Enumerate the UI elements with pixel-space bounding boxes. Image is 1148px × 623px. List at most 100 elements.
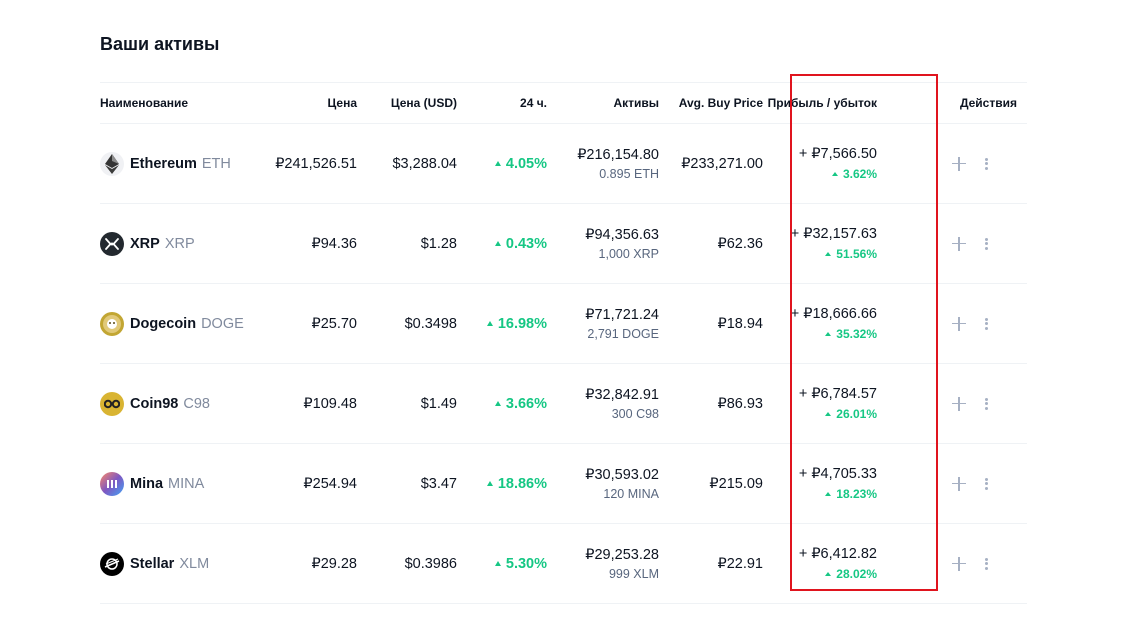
stellar-icon	[100, 551, 124, 576]
holdings-amount: 1,000 XRP	[598, 246, 659, 261]
pl-percent-value: 3.62%	[842, 167, 877, 181]
more-options-icon[interactable]	[983, 236, 989, 252]
table-row[interactable]: Coin98 C98 ₽109.48 $1.49 3.66% ₽32,842.9…	[100, 364, 1027, 444]
header-price[interactable]: Цена	[270, 96, 357, 110]
table-row[interactable]: Dogecoin DOGE ₽25.70 $0.3498 16.98% ₽71,…	[100, 284, 1027, 364]
pl-percent: 35.32%	[763, 327, 877, 341]
header-profit-loss[interactable]: Прибыль / убыток	[763, 96, 907, 110]
asset-symbol: DOGE	[201, 315, 244, 332]
asset-avg-buy-price: ₽233,271.00	[681, 155, 763, 172]
asset-price-usd: $3.47	[420, 475, 457, 492]
add-transaction-plus-icon[interactable]	[950, 155, 968, 173]
asset-price: ₽94.36	[311, 235, 357, 252]
pl-percent: 51.56%	[763, 247, 877, 261]
coin98-icon	[100, 391, 124, 416]
header-holdings[interactable]: Активы	[547, 96, 659, 110]
asset-price: ₽29.28	[311, 555, 357, 572]
asset-name-cell[interactable]: Ethereum ETH	[100, 151, 270, 176]
table-row[interactable]: Mina MINA ₽254.94 $3.47 18.86% ₽30,593.0…	[100, 444, 1027, 524]
add-transaction-plus-icon[interactable]	[950, 555, 968, 573]
asset-profit-loss: + ₽4,705.33 18.23%	[763, 466, 907, 501]
asset-change-24h-value: 5.30%	[505, 555, 547, 572]
table-row[interactable]: Stellar XLM ₽29.28 $0.3986 5.30% ₽29,253…	[100, 524, 1027, 604]
asset-actions	[907, 155, 1027, 173]
asset-name-cell[interactable]: XRP XRP	[100, 231, 270, 256]
asset-name-cell[interactable]: Mina MINA	[100, 471, 270, 496]
asset-change-24h-value: 3.66%	[505, 395, 547, 412]
asset-change-24h-value: 16.98%	[497, 315, 547, 332]
pl-percent: 28.02%	[763, 567, 877, 581]
asset-name-cell[interactable]: Coin98 C98	[100, 391, 270, 416]
pl-value: + ₽18,666.66	[790, 306, 877, 322]
asset-change-24h-value: 18.86%	[497, 475, 547, 492]
holdings-value: ₽216,154.80	[577, 146, 659, 163]
holdings-value: ₽29,253.28	[585, 546, 659, 563]
asset-symbol: MINA	[168, 475, 205, 492]
header-24h[interactable]: 24 ч.	[457, 96, 547, 110]
holdings-amount: 0.895 ETH	[599, 166, 659, 181]
header-price-usd[interactable]: Цена (USD)	[357, 96, 457, 110]
caret-up-icon	[486, 480, 493, 486]
header-name[interactable]: Наименование	[100, 96, 270, 110]
add-transaction-plus-icon[interactable]	[950, 315, 968, 333]
caret-up-icon	[494, 560, 501, 566]
pl-value: + ₽6,412.82	[798, 546, 877, 562]
asset-name: Ethereum	[130, 155, 197, 172]
holdings-value: ₽32,842.91	[585, 386, 659, 403]
more-options-icon[interactable]	[983, 396, 989, 412]
holdings-amount: 2,791 DOGE	[587, 326, 659, 341]
add-transaction-plus-icon[interactable]	[950, 395, 968, 413]
pl-value: + ₽4,705.33	[798, 466, 877, 482]
asset-symbol: ETH	[201, 155, 231, 172]
more-options-icon[interactable]	[983, 316, 989, 332]
more-options-icon[interactable]	[983, 476, 989, 492]
asset-change-24h: 5.30%	[457, 556, 547, 572]
asset-holdings: ₽216,154.80 0.895 ETH	[547, 147, 659, 181]
asset-change-24h: 3.66%	[457, 396, 547, 412]
table-row[interactable]: XRP XRP ₽94.36 $1.28 0.43% ₽94,356.63 1,…	[100, 204, 1027, 284]
table-header: Наименование Цена Цена (USD) 24 ч. Актив…	[100, 83, 1027, 124]
asset-holdings: ₽94,356.63 1,000 XRP	[547, 227, 659, 261]
caret-up-icon	[831, 172, 838, 176]
add-transaction-plus-icon[interactable]	[950, 475, 968, 493]
asset-actions	[907, 555, 1027, 573]
asset-change-24h: 4.05%	[457, 156, 547, 172]
asset-price: ₽241,526.51	[275, 155, 357, 172]
asset-price: ₽254.94	[303, 475, 357, 492]
asset-name: Mina	[130, 475, 164, 492]
header-avg-buy-price[interactable]: Avg. Buy Price	[659, 96, 763, 110]
caret-up-icon	[494, 240, 501, 246]
caret-up-icon	[825, 332, 832, 336]
asset-name: Stellar	[130, 555, 175, 572]
caret-up-icon	[494, 400, 501, 406]
asset-profit-loss: + ₽32,157.63 51.56%	[763, 226, 907, 261]
asset-change-24h: 0.43%	[457, 236, 547, 252]
asset-price-usd: $0.3986	[404, 555, 457, 572]
holdings-value: ₽94,356.63	[585, 226, 659, 243]
mina-icon	[100, 471, 124, 496]
more-options-icon[interactable]	[983, 156, 989, 172]
holdings-amount: 999 XLM	[608, 566, 659, 581]
asset-actions	[907, 315, 1027, 333]
more-options-icon[interactable]	[983, 556, 989, 572]
asset-avg-buy-price: ₽86.93	[717, 395, 763, 412]
xrp-icon	[100, 231, 124, 256]
asset-name: XRP	[130, 235, 160, 252]
pl-value: + ₽32,157.63	[790, 226, 877, 242]
pl-percent-value: 26.01%	[836, 407, 877, 421]
asset-holdings: ₽32,842.91 300 C98	[547, 387, 659, 421]
caret-up-icon	[825, 412, 832, 416]
table-row[interactable]: Ethereum ETH ₽241,526.51 $3,288.04 4.05%…	[100, 124, 1027, 204]
asset-name-cell[interactable]: Dogecoin DOGE	[100, 311, 270, 336]
asset-name: Coin98	[130, 395, 179, 412]
pl-percent-value: 18.23%	[836, 487, 877, 501]
holdings-value: ₽30,593.02	[585, 466, 659, 483]
asset-holdings: ₽29,253.28 999 XLM	[547, 547, 659, 581]
asset-holdings: ₽71,721.24 2,791 DOGE	[547, 307, 659, 341]
asset-profit-loss: + ₽7,566.50 3.62%	[763, 146, 907, 181]
asset-name-cell[interactable]: Stellar XLM	[100, 551, 270, 576]
assets-table: Наименование Цена Цена (USD) 24 ч. Актив…	[100, 82, 1027, 604]
pl-percent-value: 28.02%	[836, 567, 877, 581]
add-transaction-plus-icon[interactable]	[950, 235, 968, 253]
asset-holdings: ₽30,593.02 120 MINA	[547, 467, 659, 501]
